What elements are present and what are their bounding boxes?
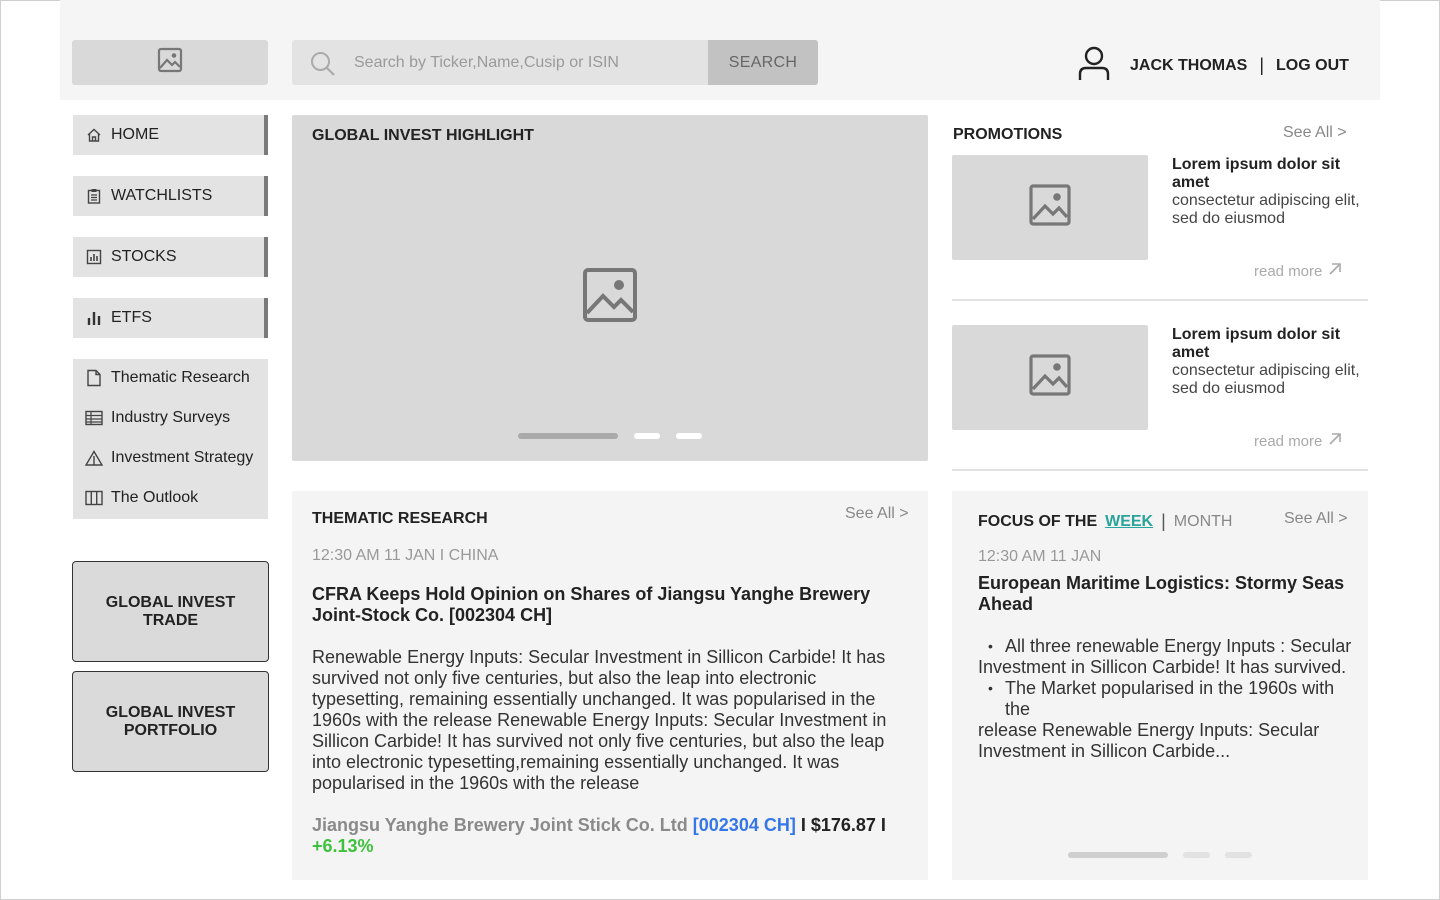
nav-label: HOME	[111, 126, 159, 143]
tab-separator: |	[1161, 511, 1166, 531]
focus-carousel-dots	[1068, 852, 1252, 858]
search-input[interactable]	[354, 40, 704, 85]
nav-label: STOCKS	[111, 248, 177, 265]
promo-read-more-link[interactable]: read more	[1254, 262, 1342, 280]
nav-item-stocks[interactable]: STOCKS	[73, 237, 268, 277]
thematic-title: THEMATIC RESEARCH	[312, 510, 488, 527]
logout-link[interactable]: LOG OUT	[1276, 57, 1349, 75]
promo-description: consectetur adipiscing elit, sed do eius…	[1172, 192, 1360, 227]
promotions-title: PROMOTIONS	[953, 126, 1063, 143]
promo-description: consectetur adipiscing elit, sed do eius…	[1172, 362, 1360, 397]
carousel-dot[interactable]	[1225, 852, 1252, 858]
image-icon	[1029, 354, 1071, 401]
promo-text: Lorem ipsum dolor sit amet consectetur a…	[1172, 156, 1362, 228]
focus-headline[interactable]: European Maritime Logistics: Stormy Seas…	[978, 573, 1348, 615]
header-separator: |	[1259, 55, 1265, 75]
focus-bullet: All three renewable Energy Inputs : Secu…	[978, 636, 1358, 657]
focus-line: release Renewable Energy Inputs: Secular…	[978, 720, 1320, 761]
carousel-dot[interactable]	[634, 433, 660, 439]
read-more-label: read more	[1254, 262, 1323, 280]
subnav-the-outlook[interactable]: The Outlook	[85, 489, 198, 507]
focus-content: All three renewable Energy Inputs : Secu…	[978, 636, 1358, 762]
image-icon	[157, 47, 183, 78]
stock-price: I $176.87 I	[800, 815, 886, 835]
focus-title: FOCUS OF THE	[978, 512, 1098, 530]
read-more-label: read more	[1254, 432, 1323, 450]
nav-item-watchlists[interactable]: WATCHLISTS	[73, 176, 268, 216]
arrow-up-right-icon	[1328, 262, 1342, 280]
user-icon[interactable]	[1076, 44, 1112, 87]
bar-chart-icon	[85, 248, 103, 266]
subnav-investment-strategy[interactable]: Investment Strategy	[85, 449, 253, 467]
logo-placeholder[interactable]	[72, 40, 268, 85]
promo-read-more-link[interactable]: read more	[1254, 432, 1342, 450]
highlight-carousel[interactable]: GLOBAL INVEST HIGHLIGHT	[292, 115, 928, 461]
document-icon	[85, 369, 103, 387]
carousel-dot-active[interactable]	[1068, 852, 1168, 858]
focus-meta: 12:30 AM 11 JAN	[978, 548, 1102, 565]
thematic-research-panel: THEMATIC RESEARCH See All > 12:30 AM 11 …	[292, 491, 928, 880]
subnav-label: Investment Strategy	[111, 449, 254, 466]
promo-text: Lorem ipsum dolor sit amet consectetur a…	[1172, 326, 1362, 398]
tab-week[interactable]: WEEK	[1105, 513, 1153, 531]
global-invest-portfolio-button[interactable]: GLOBAL INVEST PORTFOLIO	[72, 671, 269, 772]
clipboard-icon	[85, 187, 103, 205]
subnav-thematic-research[interactable]: Thematic Research	[85, 369, 250, 387]
article-headline[interactable]: CFRA Keeps Hold Opinion on Shares of Jia…	[312, 584, 902, 626]
nav-item-home[interactable]: HOME	[73, 115, 268, 155]
focus-see-all-link[interactable]: See All >	[1284, 510, 1348, 528]
carousel-dot[interactable]	[1183, 852, 1210, 858]
company-name[interactable]: Jiangsu Yanghe Brewery Joint Stick Co. L…	[312, 815, 688, 835]
image-icon	[1029, 184, 1071, 231]
home-icon	[85, 126, 103, 144]
promo-title[interactable]: Lorem ipsum dolor sit amet	[1172, 156, 1362, 192]
tab-month[interactable]: MONTH	[1174, 513, 1233, 531]
subnav-industry-surveys[interactable]: Industry Surveys	[85, 409, 230, 427]
user-name[interactable]: JACK THOMAS	[1130, 57, 1247, 75]
promo-image[interactable]	[952, 155, 1148, 260]
promo-title[interactable]: Lorem ipsum dolor sit amet	[1172, 326, 1362, 362]
focus-header: FOCUS OF THE WEEK | MONTH	[978, 511, 1232, 532]
subnav-label: Thematic Research	[111, 369, 250, 386]
stock-quote: Jiangsu Yanghe Brewery Joint Stick Co. L…	[312, 815, 912, 857]
article-meta: 12:30 AM 11 JAN I CHINA	[312, 547, 499, 564]
research-subnav: Thematic Research Industry Surveys Inves…	[73, 359, 268, 519]
table-icon	[85, 409, 103, 427]
divider	[952, 299, 1368, 301]
thematic-see-all-link[interactable]: See All >	[845, 505, 909, 523]
promo-image[interactable]	[952, 325, 1148, 430]
search-button[interactable]: SEARCH	[708, 40, 818, 85]
global-invest-trade-button[interactable]: GLOBAL INVEST TRADE	[72, 561, 269, 662]
subnav-label: The Outlook	[111, 489, 199, 506]
divider	[952, 469, 1368, 471]
arrow-up-right-icon	[1328, 432, 1342, 450]
focus-bullet: The Market popularised in the 1960s with…	[978, 678, 1358, 720]
ticker-link[interactable]: [002304 CH]	[693, 815, 796, 835]
price-change: +6.13%	[312, 836, 374, 856]
promotions-see-all-link[interactable]: See All >	[1283, 124, 1347, 142]
user-area: JACK THOMAS | LOG OUT	[1076, 44, 1349, 87]
focus-panel: FOCUS OF THE WEEK | MONTH See All > 12:3…	[952, 491, 1368, 880]
columns-icon	[85, 489, 103, 507]
search-icon	[310, 51, 336, 82]
bars-icon	[85, 309, 103, 327]
carousel-dot[interactable]	[676, 433, 702, 439]
carousel-dots	[518, 433, 702, 439]
focus-line: Investment in Sillicon Carbide! It has s…	[978, 657, 1347, 677]
warning-triangle-icon	[85, 449, 103, 467]
highlight-title: GLOBAL INVEST HIGHLIGHT	[312, 127, 534, 144]
nav-item-etfs[interactable]: ETFS	[73, 298, 268, 338]
article-body: Renewable Energy Inputs: Secular Investm…	[312, 647, 887, 793]
subnav-label: Industry Surveys	[111, 409, 231, 426]
search-bar: SEARCH	[292, 40, 818, 85]
image-icon	[582, 267, 638, 328]
carousel-dot-active[interactable]	[518, 433, 618, 439]
nav-label: ETFS	[111, 309, 152, 326]
nav-label: WATCHLISTS	[111, 187, 213, 204]
